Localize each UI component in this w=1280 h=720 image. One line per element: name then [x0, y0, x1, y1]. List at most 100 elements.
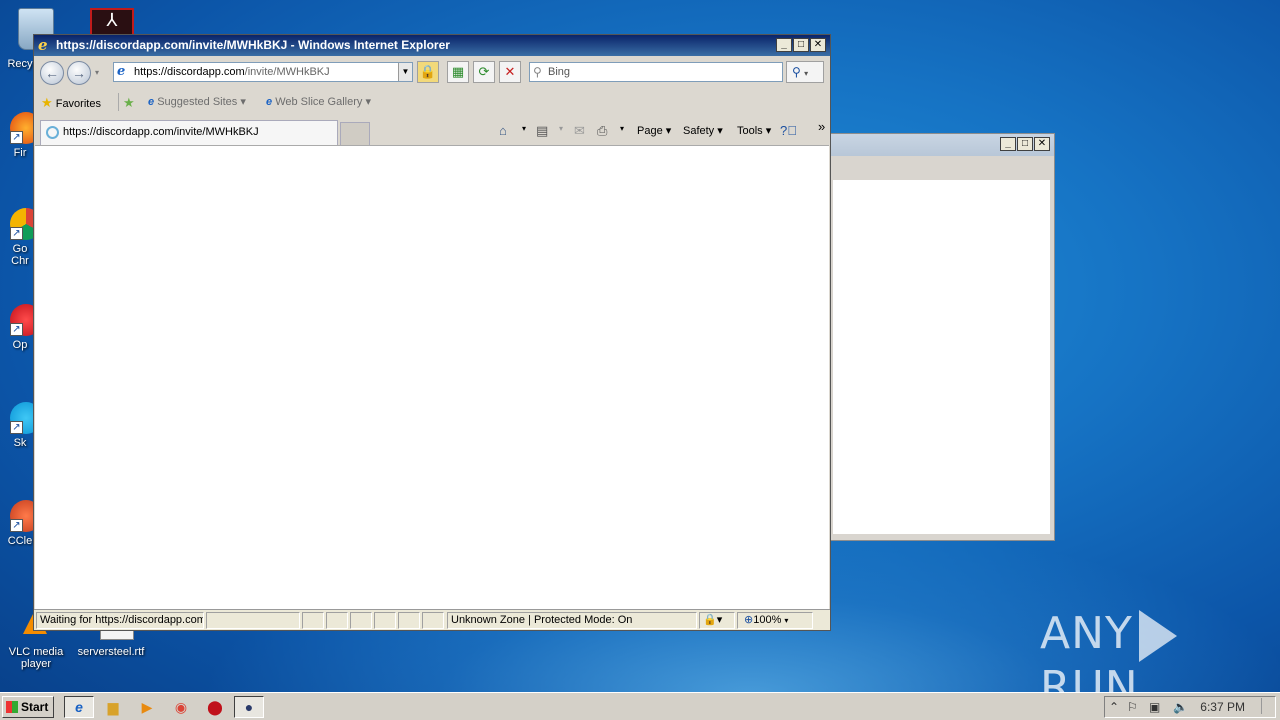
add-to-favorites-button[interactable]: ★ — [123, 95, 135, 111]
new-tab-button[interactable] — [340, 122, 370, 145]
stop-x-icon: ✕ — [504, 64, 516, 79]
taskbar-explorer-button[interactable]: ▆ — [98, 696, 128, 718]
taskbar-opera-button[interactable]: ⬤ — [200, 696, 230, 718]
background-window-titlebar[interactable]: _ □ ✕ — [829, 134, 1054, 156]
protected-mode-button[interactable]: 🔒▾ — [699, 612, 735, 629]
favorites-bar: ★ Favorites ★ e Suggested Sites ▾ e Web … — [34, 90, 830, 114]
show-hidden-icons-button[interactable]: ⌃ — [1109, 700, 1119, 714]
security-lock-button[interactable]: 🔒 — [417, 61, 439, 83]
ie-titlebar[interactable]: e https://discordapp.com/invite/MWHkBKJ … — [34, 35, 830, 56]
web-slice-gallery-button[interactable]: e Web Slice Gallery ▾ — [266, 95, 371, 108]
mail-icon[interactable]: ✉ — [574, 123, 585, 139]
search-options-dropdown-icon[interactable]: ▾ — [804, 69, 808, 78]
back-button[interactable]: ← — [40, 61, 64, 85]
page-content — [35, 145, 829, 609]
refresh-button[interactable]: ⟳ — [473, 61, 495, 83]
security-zone[interactable]: Unknown Zone | Protected Mode: On — [447, 612, 697, 629]
status-text: Waiting for https://discordapp.com — [36, 612, 204, 629]
shortcut-arrow-icon: ↗ — [10, 131, 23, 144]
favbar-divider — [118, 93, 119, 111]
search-placeholder: Bing — [548, 66, 571, 78]
folder-icon: ▆ — [107, 699, 119, 715]
back-arrow-icon: ← — [45, 65, 59, 81]
app-icon: ● — [244, 699, 254, 715]
show-desktop-button[interactable] — [1261, 698, 1273, 714]
tab-discord-invite[interactable]: https://discordapp.com/invite/MWHkBKJ — [40, 120, 338, 145]
status-pane-5 — [398, 612, 420, 629]
maximize-button[interactable]: □ — [1017, 137, 1033, 151]
ie-logo-icon: e — [38, 36, 48, 54]
play-logo-icon — [1138, 610, 1177, 662]
page-menu[interactable]: Page ▾ — [637, 124, 671, 137]
search-icon: ⚲ — [533, 65, 542, 79]
print-icon[interactable]: ⎙ — [597, 123, 607, 139]
minimize-button[interactable]: _ — [1000, 137, 1016, 151]
forward-arrow-icon: → — [72, 65, 86, 81]
print-dropdown-icon[interactable]: ▾ — [620, 124, 624, 133]
tools-menu[interactable]: Tools ▾ — [737, 124, 771, 137]
more-commands-chevron[interactable]: » — [818, 119, 825, 134]
address-host: https://discordapp.com — [134, 66, 245, 78]
shortcut-arrow-icon: ↗ — [10, 227, 23, 240]
start-button[interactable]: Start — [2, 696, 54, 718]
help-icon[interactable]: ?⃝ — [780, 123, 797, 138]
close-button[interactable]: ✕ — [810, 38, 826, 52]
clock[interactable]: 6:37 PM — [1200, 700, 1245, 714]
suggested-sites-button[interactable]: e Suggested Sites ▾ — [148, 95, 246, 108]
maximize-button[interactable]: □ — [793, 38, 809, 52]
forward-button[interactable]: → — [67, 61, 91, 85]
favorites-button[interactable]: ★ Favorites — [41, 95, 101, 111]
action-center-flag-icon[interactable]: ⚐ — [1127, 700, 1138, 714]
feeds-dropdown-icon[interactable]: ▾ — [559, 124, 563, 133]
network-icon[interactable]: ▣ — [1149, 700, 1160, 714]
ie-page-icon: e — [266, 96, 273, 108]
home-dropdown-icon[interactable]: ▾ — [522, 124, 526, 133]
watermark-left: ANY — [1040, 608, 1133, 659]
feeds-icon[interactable]: ▤ — [536, 123, 548, 139]
favorites-label: Favorites — [55, 98, 101, 110]
system-tray: ⌃ ⚐ ▣ 🔈 6:37 PM — [1104, 696, 1276, 718]
address-dropdown-button[interactable]: ▼ — [398, 63, 412, 81]
ie-window[interactable]: e https://discordapp.com/invite/MWHkBKJ … — [33, 34, 831, 631]
safety-menu[interactable]: Safety ▾ — [683, 124, 723, 137]
address-bar[interactable]: e https://discordapp.com/invite/MWHkBKJ — [113, 62, 413, 82]
lock-icon: 🔒 — [419, 64, 437, 79]
background-window[interactable]: _ □ ✕ — [828, 133, 1055, 541]
chrome-icon: ◉ — [174, 699, 188, 715]
stop-button[interactable]: ✕ — [499, 61, 521, 83]
search-magnifier-icon: ⚲ — [792, 65, 801, 79]
status-pane-6 — [422, 612, 444, 629]
search-button[interactable]: ⚲ ▾ — [786, 61, 824, 83]
taskbar: Start e ▆ ▶ ◉ ⬤ ● ⌃ ⚐ ▣ 🔈 6:37 PM — [0, 692, 1280, 720]
address-path: /invite/MWHkBKJ — [244, 66, 330, 78]
volume-icon[interactable]: 🔈 — [1173, 700, 1188, 714]
compatibility-view-button[interactable]: ▦ — [447, 61, 469, 83]
background-window-content — [833, 180, 1050, 534]
taskbar-chrome-button[interactable]: ◉ — [166, 696, 196, 718]
close-button[interactable]: ✕ — [1034, 137, 1050, 151]
taskbar-app-button[interactable]: ● — [234, 696, 264, 718]
status-pane-2 — [326, 612, 348, 629]
status-pane-1 — [302, 612, 324, 629]
suggested-sites-label: Suggested Sites ▾ — [157, 96, 246, 108]
status-pane-3 — [350, 612, 372, 629]
shortcut-arrow-icon: ↗ — [10, 421, 23, 434]
windows-flag-icon — [6, 701, 18, 713]
refresh-icon: ⟳ — [478, 64, 490, 79]
history-dropdown-icon[interactable]: ▾ — [95, 68, 99, 77]
minimize-button[interactable]: _ — [776, 38, 792, 52]
loading-spinner-icon — [46, 126, 59, 139]
search-input[interactable]: ⚲ Bing — [529, 62, 783, 82]
media-player-icon: ▶ — [141, 699, 153, 715]
lock-zone-icon: 🔒▾ — [703, 614, 723, 626]
taskbar-media-player-button[interactable]: ▶ — [132, 696, 162, 718]
home-icon[interactable]: ⌂ — [499, 123, 507, 138]
desktop-icon-rtf-label: serversteel.rtf — [77, 646, 145, 658]
zoom-level: 100% — [753, 614, 782, 626]
desktop-icon-vlc-label: VLC media player — [8, 646, 64, 670]
status-pane-4 — [374, 612, 396, 629]
zoom-button[interactable]: ⊕100% ▾ — [737, 612, 813, 629]
window-title: https://discordapp.com/invite/MWHkBKJ - … — [56, 38, 450, 52]
taskbar-ie-button[interactable]: e — [64, 696, 94, 718]
navigation-bar: ← → ▾ e https://discordapp.com/invite/MW… — [34, 56, 830, 86]
